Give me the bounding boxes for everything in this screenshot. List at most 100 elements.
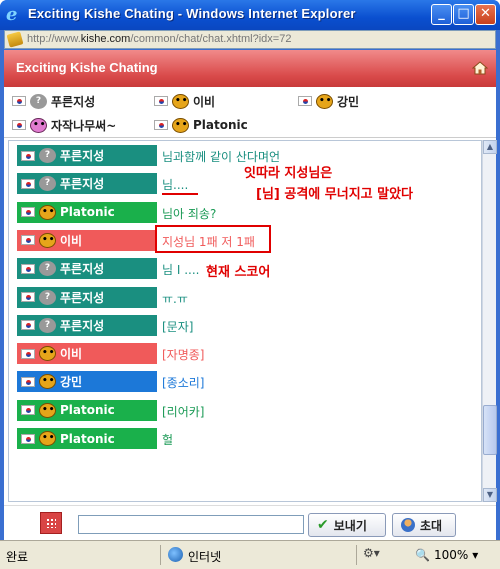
address-bar[interactable]: http://www.kishe.com/common/chat/chat.xh… (4, 30, 496, 49)
message-text: [종소리] (162, 376, 205, 391)
user-item[interactable]: 자작나무써~ (12, 116, 116, 134)
globe-icon (168, 547, 183, 562)
protected-mode-icon[interactable]: ⚙▾ (363, 546, 380, 560)
question-avatar-icon: ? (39, 176, 56, 192)
question-avatar-icon: ? (30, 93, 47, 109)
korea-flag-icon (21, 263, 35, 274)
message-sender-tag[interactable]: ? 푸른지성 (17, 145, 157, 166)
zoom-level: 100% (433, 548, 469, 562)
question-avatar-icon: ? (39, 148, 56, 163)
scroll-up-icon[interactable]: ▲ (483, 140, 497, 154)
message-sender-tag[interactable]: Platonic (17, 399, 157, 421)
close-button[interactable]: ✕ (475, 4, 496, 25)
cat-avatar-icon (39, 346, 56, 362)
window-title: Exciting Kishe Chating - Windows Interne… (28, 6, 356, 21)
message-sender-tag[interactable]: ? 푸른지성 (17, 286, 157, 308)
chat-message: Platonic [리어카] (17, 399, 477, 422)
chat-message: Platonic 님아 죄송? (17, 201, 477, 224)
scroll-thumb[interactable] (483, 405, 497, 455)
sender-name: 푸른지성 (60, 177, 105, 192)
chevron-down-icon: ▾ (472, 548, 479, 562)
message-sender-tag[interactable]: 이비 (17, 229, 157, 251)
user-name: 이비 (193, 94, 216, 109)
message-text: 님아 죄송? (162, 206, 217, 221)
korea-flag-icon (298, 96, 312, 106)
message-sender-tag[interactable]: ? 푸른지성 (17, 173, 157, 195)
message-sender-tag[interactable]: 강민 (17, 371, 157, 393)
korea-flag-icon (12, 96, 26, 106)
sender-name: 푸른지성 (60, 262, 105, 277)
korea-flag-icon (154, 96, 168, 106)
user-item[interactable]: 이비 (154, 92, 215, 110)
user-item[interactable]: 강민 (298, 92, 359, 110)
browser-window: e Exciting Kishe Chating - Windows Inter… (0, 0, 500, 569)
message-sender-tag[interactable]: Platonic (17, 428, 157, 449)
sender-name: 이비 (60, 347, 83, 362)
chat-scrollbar[interactable]: ▲ ▼ (482, 140, 497, 502)
scroll-down-icon[interactable]: ▼ (483, 488, 497, 502)
status-bar: 완료 인터넷 ⚙▾ 🔍 100% ▾ (0, 540, 500, 569)
person-icon (401, 518, 415, 532)
message-sender-tag[interactable]: ? 푸른지성 (17, 314, 157, 336)
message-sender-tag[interactable]: Platonic (17, 201, 157, 223)
korea-flag-icon (21, 320, 35, 331)
korea-flag-icon (21, 178, 35, 189)
message-text: 님 I .... (162, 263, 200, 278)
zoom-control[interactable]: 🔍 100% ▾ (415, 548, 478, 562)
user-item[interactable]: ? 푸른지성 (12, 92, 95, 110)
question-avatar-icon: ? (39, 289, 56, 305)
korea-flag-icon (21, 292, 35, 302)
app-header: Exciting Kishe Chating (4, 50, 496, 87)
korea-flag-icon (21, 405, 35, 416)
home-icon[interactable] (472, 61, 488, 75)
cat-avatar-icon (172, 93, 189, 109)
chat-message: 강민 [종소리] (17, 371, 477, 393)
sender-name: Platonic (60, 403, 115, 418)
message-sender-tag[interactable]: ? 푸른지성 (17, 258, 157, 280)
url-prefix: http://www. (27, 33, 81, 45)
korea-flag-icon (21, 433, 35, 444)
send-button[interactable]: ✔ 보내기 (308, 513, 386, 537)
emoticon-button[interactable] (40, 512, 62, 534)
annotation-text: [님] 공격에 무너지고 말았다 (256, 187, 414, 202)
user-name: 자작나무써~ (51, 118, 117, 133)
question-avatar-icon: ? (39, 317, 56, 333)
send-label: 보내기 (333, 518, 367, 533)
check-icon: ✔ (317, 517, 329, 533)
sender-name: Platonic (60, 205, 115, 220)
korea-flag-icon (154, 120, 168, 130)
zoom-icon: 🔍 (415, 548, 430, 562)
url-suffix: /common/chat/chat.xhtml?idx=72 (130, 33, 292, 45)
korea-flag-icon (21, 376, 35, 387)
annotation-underline (162, 193, 198, 195)
korea-flag-icon (12, 120, 26, 130)
chat-message: ? 푸른지성 ㅠ.ㅠ (17, 286, 477, 309)
message-text: [리어카] (162, 404, 205, 419)
url-text[interactable]: http://www.kishe.com/common/chat/chat.xh… (27, 33, 291, 45)
korea-flag-icon (21, 207, 35, 218)
sender-name: 푸른지성 (60, 290, 105, 305)
message-text: ㅠ.ㅠ (162, 291, 188, 306)
cat-avatar-icon (39, 204, 56, 220)
annotation-text: 현재 스코어 (206, 265, 271, 280)
invite-button[interactable]: 초대 (392, 513, 456, 537)
cat-avatar-icon (39, 431, 56, 446)
message-sender-tag[interactable]: 이비 (17, 343, 157, 365)
user-name: 강민 (337, 94, 360, 109)
chat-message: Platonic 헐 (17, 428, 477, 450)
message-text: [문자] (162, 319, 194, 334)
cat-avatar-icon (172, 117, 189, 133)
korea-flag-icon (21, 150, 35, 161)
user-name: Platonic (193, 118, 248, 132)
maximize-button[interactable]: □ (453, 4, 474, 25)
url-domain: kishe.com (80, 33, 131, 45)
chat-input[interactable] (78, 515, 304, 534)
minimize-button[interactable]: _ (431, 4, 452, 25)
ie-logo-icon: e (6, 4, 18, 25)
app-title: Exciting Kishe Chating (16, 60, 158, 75)
sender-name: 푸른지성 (60, 149, 105, 163)
user-item[interactable]: Platonic (154, 116, 248, 134)
chat-message: ? 푸른지성 [문자] (17, 314, 477, 337)
page-icon (6, 31, 24, 48)
title-bar[interactable]: e Exciting Kishe Chating - Windows Inter… (0, 0, 500, 30)
